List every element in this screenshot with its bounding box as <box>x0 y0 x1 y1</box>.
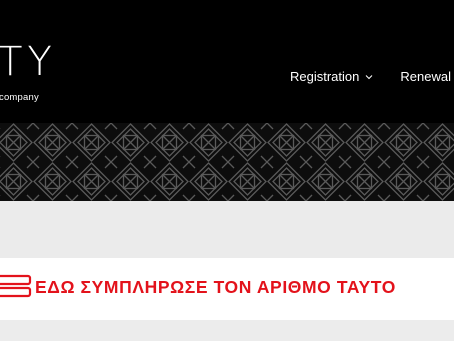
nav-item-label: Renewal <box>400 69 451 84</box>
nav-item-renewal[interactable]: Renewal <box>400 69 451 84</box>
chevron-down-icon <box>366 74 373 79</box>
logo-tagline: company <box>0 92 39 103</box>
notice-text: ΕΔΩ ΣΥΜΠΛΗΡΩΣΕ ΤΟΝ ΑΡΙΘΜΟ ΤΑΥΤΟ <box>35 277 396 297</box>
main-nav: Registration Renewal <box>290 69 451 84</box>
arrow-icon <box>0 274 32 298</box>
notice-banner: ΕΔΩ ΣΥΜΠΛΗΡΩΣΕ ΤΟΝ ΑΡΙΘΜΟ ΤΑΥΤΟ <box>0 272 454 302</box>
logo-text[interactable]: TY <box>0 42 57 82</box>
bottom-band <box>0 320 454 341</box>
nav-item-label: Registration <box>290 69 360 84</box>
geometric-pattern <box>0 123 454 201</box>
decorative-pattern-banner <box>0 123 454 201</box>
site-header: TY company Registration Renewal <box>0 0 454 123</box>
content-gap <box>0 201 454 258</box>
nav-item-registration[interactable]: Registration <box>290 69 373 84</box>
